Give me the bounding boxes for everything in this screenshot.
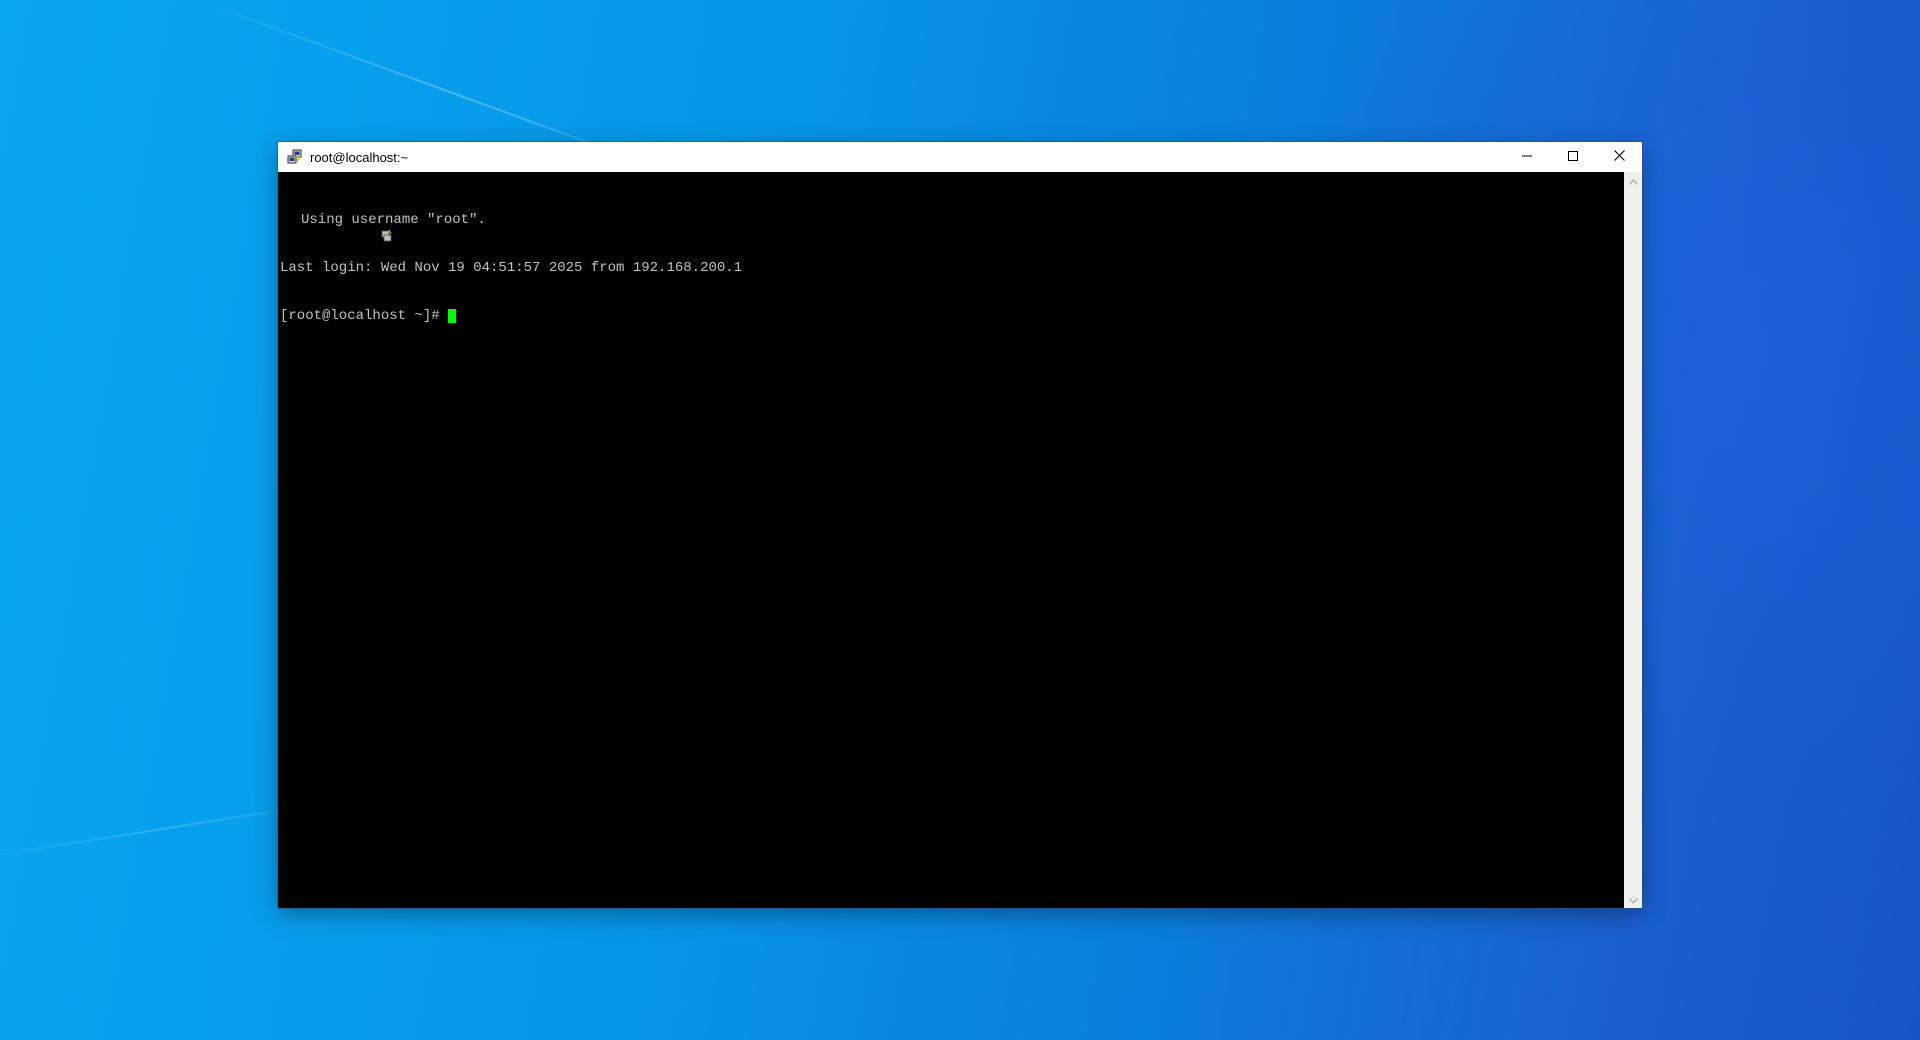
terminal-line: Using username "root". [280,212,742,242]
desktop-background: root@localhost:~ Using username "root". … [0,0,1920,1040]
close-button[interactable] [1596,142,1642,172]
vertical-scrollbar[interactable] [1624,172,1642,908]
terminal-prompt-line[interactable]: [root@localhost ~]# [280,308,742,324]
maximize-icon [1568,148,1578,166]
putty-icon[interactable] [286,148,304,166]
close-icon [1613,148,1625,166]
minimize-button[interactable] [1504,142,1550,172]
window-title: root@localhost:~ [310,149,409,165]
maximize-button[interactable] [1550,142,1596,172]
terminal-window[interactable]: root@localhost:~ Using username "root". … [278,142,1642,908]
terminal-output[interactable]: Using username "root". Last login: Wed N… [278,172,1624,908]
window-controls [1504,142,1642,172]
text-cursor [447,309,456,323]
terminal-line: Last login: Wed Nov 19 04:51:57 2025 fro… [280,260,742,276]
terminal-text: Last login: Wed Nov 19 04:51:57 2025 fro… [280,260,743,276]
chevron-up-icon [1628,172,1638,190]
shell-prompt: [root@localhost ~]# [280,308,440,324]
title-bar[interactable]: root@localhost:~ [278,142,1642,172]
scroll-up-button[interactable] [1624,172,1642,189]
terminal-text: Using username "root". [301,212,486,228]
key-icon [280,213,392,242]
chevron-down-icon [1628,891,1638,909]
minimize-icon [1522,148,1532,166]
scroll-down-button[interactable] [1624,891,1642,908]
